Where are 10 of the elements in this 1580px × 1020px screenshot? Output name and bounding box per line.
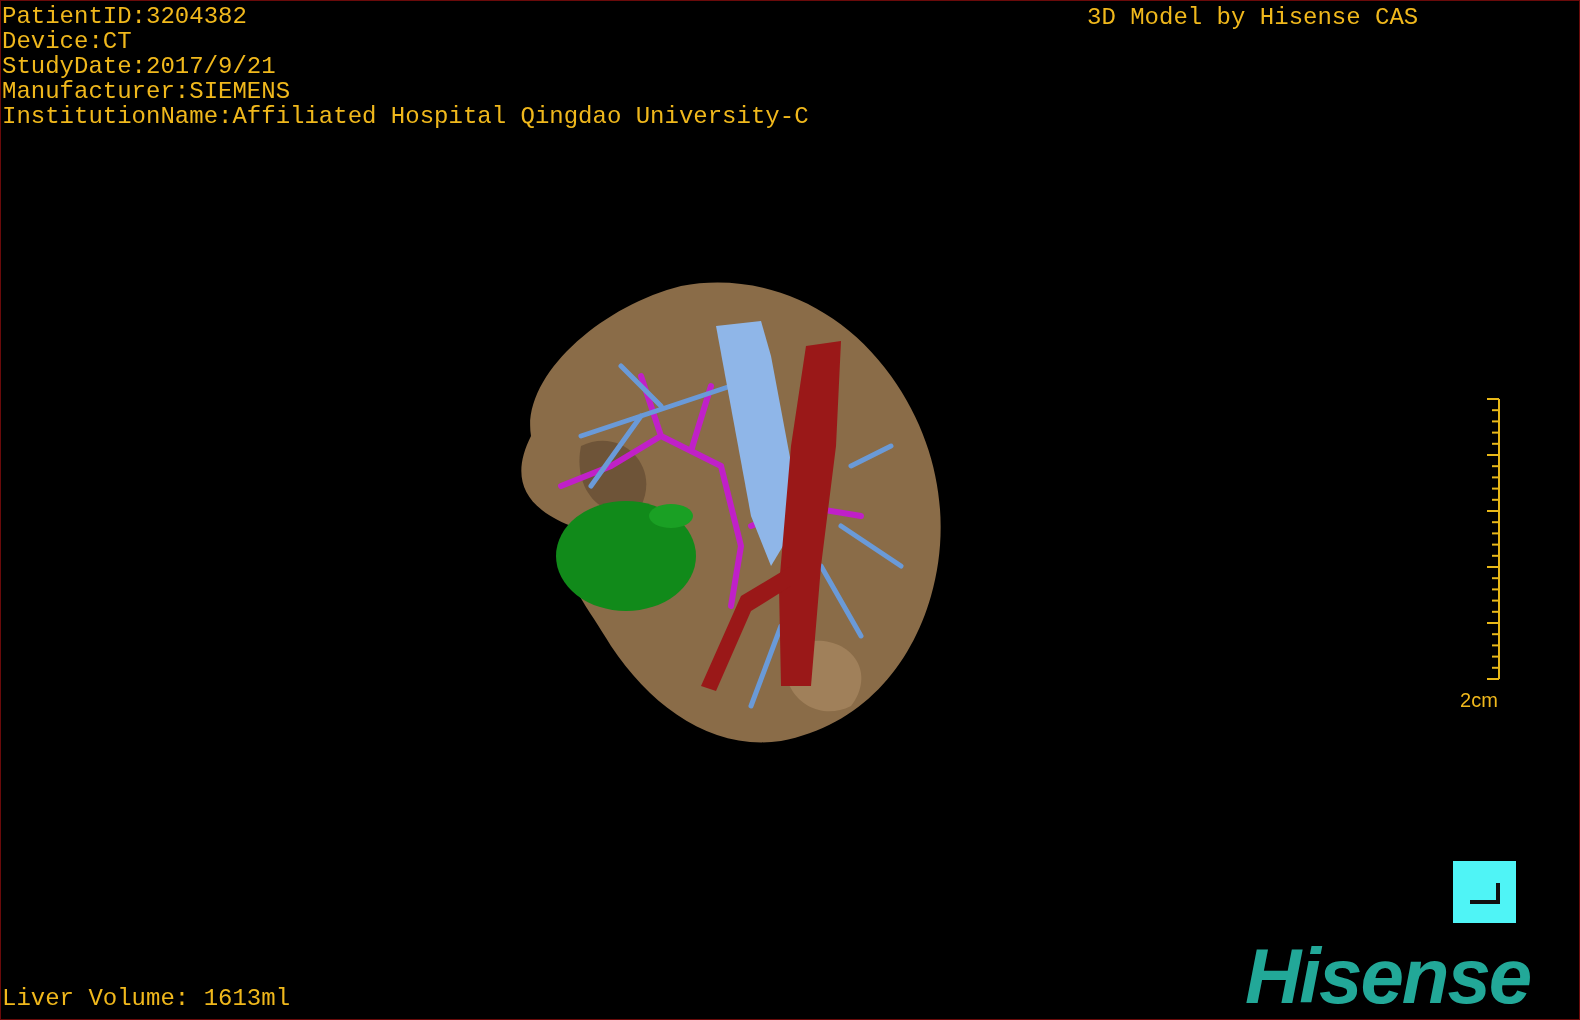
scale-label: 2cm bbox=[1460, 689, 1498, 711]
patient-info-text: Manufacturer:SIEMENS bbox=[2, 79, 292, 104]
view-toggle-button[interactable] bbox=[1453, 861, 1516, 923]
model-title: 3D Model by Hisense CAS bbox=[1087, 5, 1419, 30]
brand-logo: Hisense bbox=[1245, 936, 1531, 1016]
patient-info-text: StudyDate:2017/9/21 bbox=[2, 54, 277, 79]
liver-volume-text: Liver Volume: 1613ml bbox=[2, 986, 291, 1011]
patient-info-text: PatientID:3204382 bbox=[2, 4, 248, 29]
patient-info-text: InstitutionName:Affiliated Hospital Qingdao University-C bbox=[2, 104, 809, 129]
patient-info-text: Device:CT bbox=[2, 29, 133, 54]
